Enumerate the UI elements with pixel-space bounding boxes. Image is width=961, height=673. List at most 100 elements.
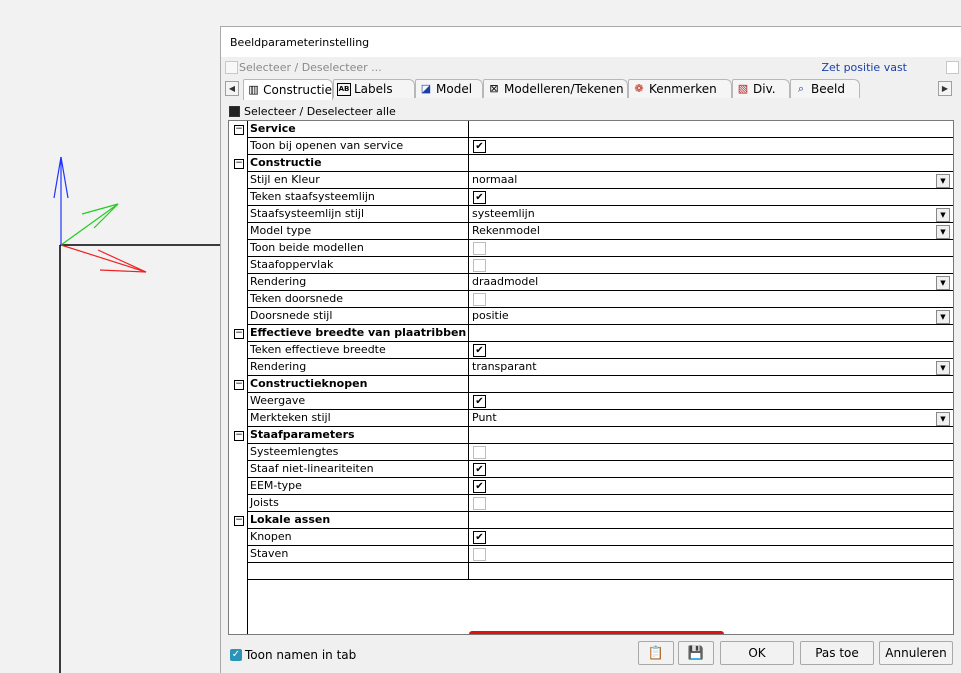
property-checkbox[interactable] <box>473 259 486 272</box>
show-names-checkbox[interactable]: ✓ <box>230 649 242 661</box>
property-value[interactable] <box>469 546 953 563</box>
property-value[interactable] <box>469 291 953 308</box>
dropdown-arrow-icon[interactable]: ▼ <box>936 361 950 375</box>
collapse-toggle-icon[interactable]: − <box>234 516 244 526</box>
collapse-toggle-icon[interactable]: − <box>234 329 244 339</box>
property-name: Staaf niet-lineariteiten <box>247 461 469 478</box>
tab-constructie[interactable]: ▥ Constructie <box>243 79 333 100</box>
show-names-label: Toon namen in tab <box>245 648 357 662</box>
property-row: Teken staafsysteemlijn ✔ <box>229 189 953 206</box>
property-value[interactable]: ✔ <box>469 189 953 206</box>
property-value[interactable]: systeemlijn ▼ <box>469 206 953 223</box>
dropdown-arrow-icon[interactable]: ▼ <box>936 412 950 426</box>
tab-beeld[interactable]: ⌕ Beeld <box>790 79 860 98</box>
pin-position-checkbox[interactable] <box>946 61 959 74</box>
property-checkbox[interactable]: ✔ <box>473 395 486 408</box>
collapse-toggle-icon[interactable]: − <box>234 159 244 169</box>
drawing-icon: ⊠ <box>489 82 499 95</box>
tab-scroll-left-button[interactable]: ◀ <box>225 81 239 96</box>
property-name <box>247 563 469 580</box>
show-names-toggle[interactable]: ✓ Toon namen in tab <box>230 648 356 662</box>
property-select-value: Punt <box>472 411 497 424</box>
dropdown-arrow-icon[interactable]: ▼ <box>936 225 950 239</box>
property-row: Staafsysteemlijn stijl systeemlijn ▼ <box>229 206 953 223</box>
collapse-toggle-icon[interactable]: − <box>234 431 244 441</box>
property-value[interactable]: normaal ▼ <box>469 172 953 189</box>
property-value[interactable]: Punt ▼ <box>469 410 953 427</box>
property-row: Systeemlengtes <box>229 444 953 461</box>
category-row[interactable]: − Constructieknopen <box>229 376 953 393</box>
collapse-toggle-icon[interactable]: − <box>234 125 244 135</box>
property-name: Teken doorsnede <box>247 291 469 308</box>
property-value[interactable]: ✔ <box>469 461 953 478</box>
property-value[interactable] <box>469 240 953 257</box>
property-name: Lokale assen <box>247 512 469 529</box>
property-value[interactable]: ✔ <box>469 342 953 359</box>
property-value[interactable]: ✔ <box>469 529 953 546</box>
category-row[interactable]: − Effectieve breedte van plaatribben <box>229 325 953 342</box>
property-name: Staafsysteemlijn stijl <box>247 206 469 223</box>
category-row[interactable]: − Service <box>229 121 953 138</box>
property-row: Staafoppervlak <box>229 257 953 274</box>
property-row <box>229 563 953 580</box>
save-settings-button[interactable]: 💾 <box>678 641 714 665</box>
property-row: Rendering transparant ▼ <box>229 359 953 376</box>
header-select-checkbox[interactable] <box>225 61 238 74</box>
tab-model[interactable]: ◪ Model <box>415 79 483 98</box>
property-checkbox[interactable] <box>473 446 486 459</box>
tab-labels[interactable]: AB Labels <box>333 79 415 98</box>
dropdown-arrow-icon[interactable]: ▼ <box>936 276 950 290</box>
tab-scroll-right-button[interactable]: ▶ <box>938 81 952 96</box>
apply-button[interactable]: Pas toe <box>800 641 874 665</box>
property-checkbox[interactable] <box>473 497 486 510</box>
category-row[interactable]: − Lokale assen <box>229 512 953 529</box>
property-checkbox[interactable] <box>473 242 486 255</box>
tab-kenmerken[interactable]: ❁ Kenmerken <box>628 79 732 98</box>
property-checkbox[interactable]: ✔ <box>473 531 486 544</box>
property-checkbox[interactable]: ✔ <box>473 463 486 476</box>
tab-modelleren-tekenen[interactable]: ⊠ Modelleren/Tekenen <box>483 79 628 98</box>
property-value[interactable]: draadmodel ▼ <box>469 274 953 291</box>
property-value[interactable]: ✔ <box>469 138 953 155</box>
property-value[interactable] <box>469 444 953 461</box>
select-all-checkbox[interactable] <box>229 106 240 117</box>
property-value[interactable]: Rekenmodel ▼ <box>469 223 953 240</box>
cancel-button[interactable]: Annuleren <box>879 641 953 665</box>
property-checkbox[interactable]: ✔ <box>473 140 486 153</box>
checklist-button[interactable]: 📋 <box>638 641 674 665</box>
building-icon: ▥ <box>248 83 259 96</box>
property-row: Rendering draadmodel ▼ <box>229 274 953 291</box>
property-row: Teken doorsnede <box>229 291 953 308</box>
dropdown-arrow-icon[interactable]: ▼ <box>936 208 950 222</box>
property-value[interactable]: positie ▼ <box>469 308 953 325</box>
property-checkbox[interactable]: ✔ <box>473 480 486 493</box>
property-checkbox[interactable] <box>473 293 486 306</box>
property-value[interactable]: transparant ▼ <box>469 359 953 376</box>
property-checkbox[interactable] <box>473 548 486 561</box>
category-row[interactable]: − Staafparameters <box>229 427 953 444</box>
property-checkbox[interactable]: ✔ <box>473 344 486 357</box>
select-all-row[interactable]: Selecteer / Deselecteer alle <box>229 105 396 118</box>
view-icon: ⌕ <box>797 82 805 95</box>
property-value[interactable]: ✔ <box>469 393 953 410</box>
property-select-value: normaal <box>472 173 518 186</box>
collapse-toggle-icon[interactable]: − <box>234 380 244 390</box>
property-value[interactable] <box>469 495 953 512</box>
property-value[interactable]: ✔ <box>469 478 953 495</box>
property-name: Toon beide modellen <box>247 240 469 257</box>
highlight-annotation <box>469 631 724 634</box>
property-value <box>469 376 953 393</box>
property-row: EEM-type ✔ <box>229 478 953 495</box>
dropdown-arrow-icon[interactable]: ▼ <box>936 310 950 324</box>
property-name: Toon bij openen van service <box>247 138 469 155</box>
property-name: EEM-type <box>247 478 469 495</box>
tab-div[interactable]: ▧ Div. <box>732 79 790 98</box>
property-value[interactable] <box>469 257 953 274</box>
property-value <box>469 512 953 529</box>
property-checkbox[interactable]: ✔ <box>473 191 486 204</box>
category-row[interactable]: − Constructie <box>229 155 953 172</box>
ok-button[interactable]: OK <box>720 641 794 665</box>
dropdown-arrow-icon[interactable]: ▼ <box>936 174 950 188</box>
misc-icon: ▧ <box>737 82 749 95</box>
property-name: Constructie <box>247 155 469 172</box>
